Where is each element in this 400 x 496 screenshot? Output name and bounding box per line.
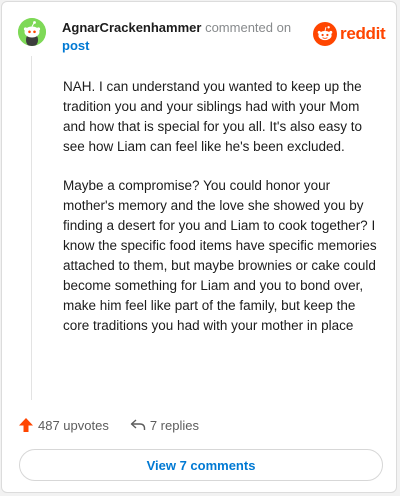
upvote-button[interactable]: 487 upvotes xyxy=(18,417,109,433)
username-link[interactable]: AgnarCrackenhammer xyxy=(62,20,201,35)
comment-paragraph: NAH. I can understand you wanted to keep… xyxy=(63,79,362,154)
reddit-wordmark: reddit xyxy=(340,24,386,43)
thread-line[interactable] xyxy=(31,56,32,400)
upvote-arrow-icon xyxy=(19,418,33,432)
reddit-logo-icon xyxy=(313,22,337,46)
comment-header: AgnarCrackenhammer commented on post xyxy=(62,19,292,55)
reddit-logo[interactable]: reddit xyxy=(313,22,388,46)
reply-count: 7 replies xyxy=(149,417,199,433)
comment-paragraph: Maybe a compromise? You could honor your… xyxy=(63,178,377,333)
comment-body: NAH. I can understand you wanted to keep… xyxy=(63,77,381,355)
comment-card: AgnarCrackenhammer commented on post red… xyxy=(1,1,397,493)
snoo-avatar-icon[interactable] xyxy=(18,18,46,46)
view-comments-button[interactable]: View 7 comments xyxy=(19,449,383,481)
comment-footer: 487 upvotes 7 replies xyxy=(18,416,199,434)
reply-button[interactable]: 7 replies xyxy=(130,418,199,433)
upvote-count: 487 upvotes xyxy=(38,417,109,433)
action-text: commented on xyxy=(205,20,292,35)
post-link[interactable]: post xyxy=(62,38,89,53)
reply-arrow-icon xyxy=(130,419,146,430)
